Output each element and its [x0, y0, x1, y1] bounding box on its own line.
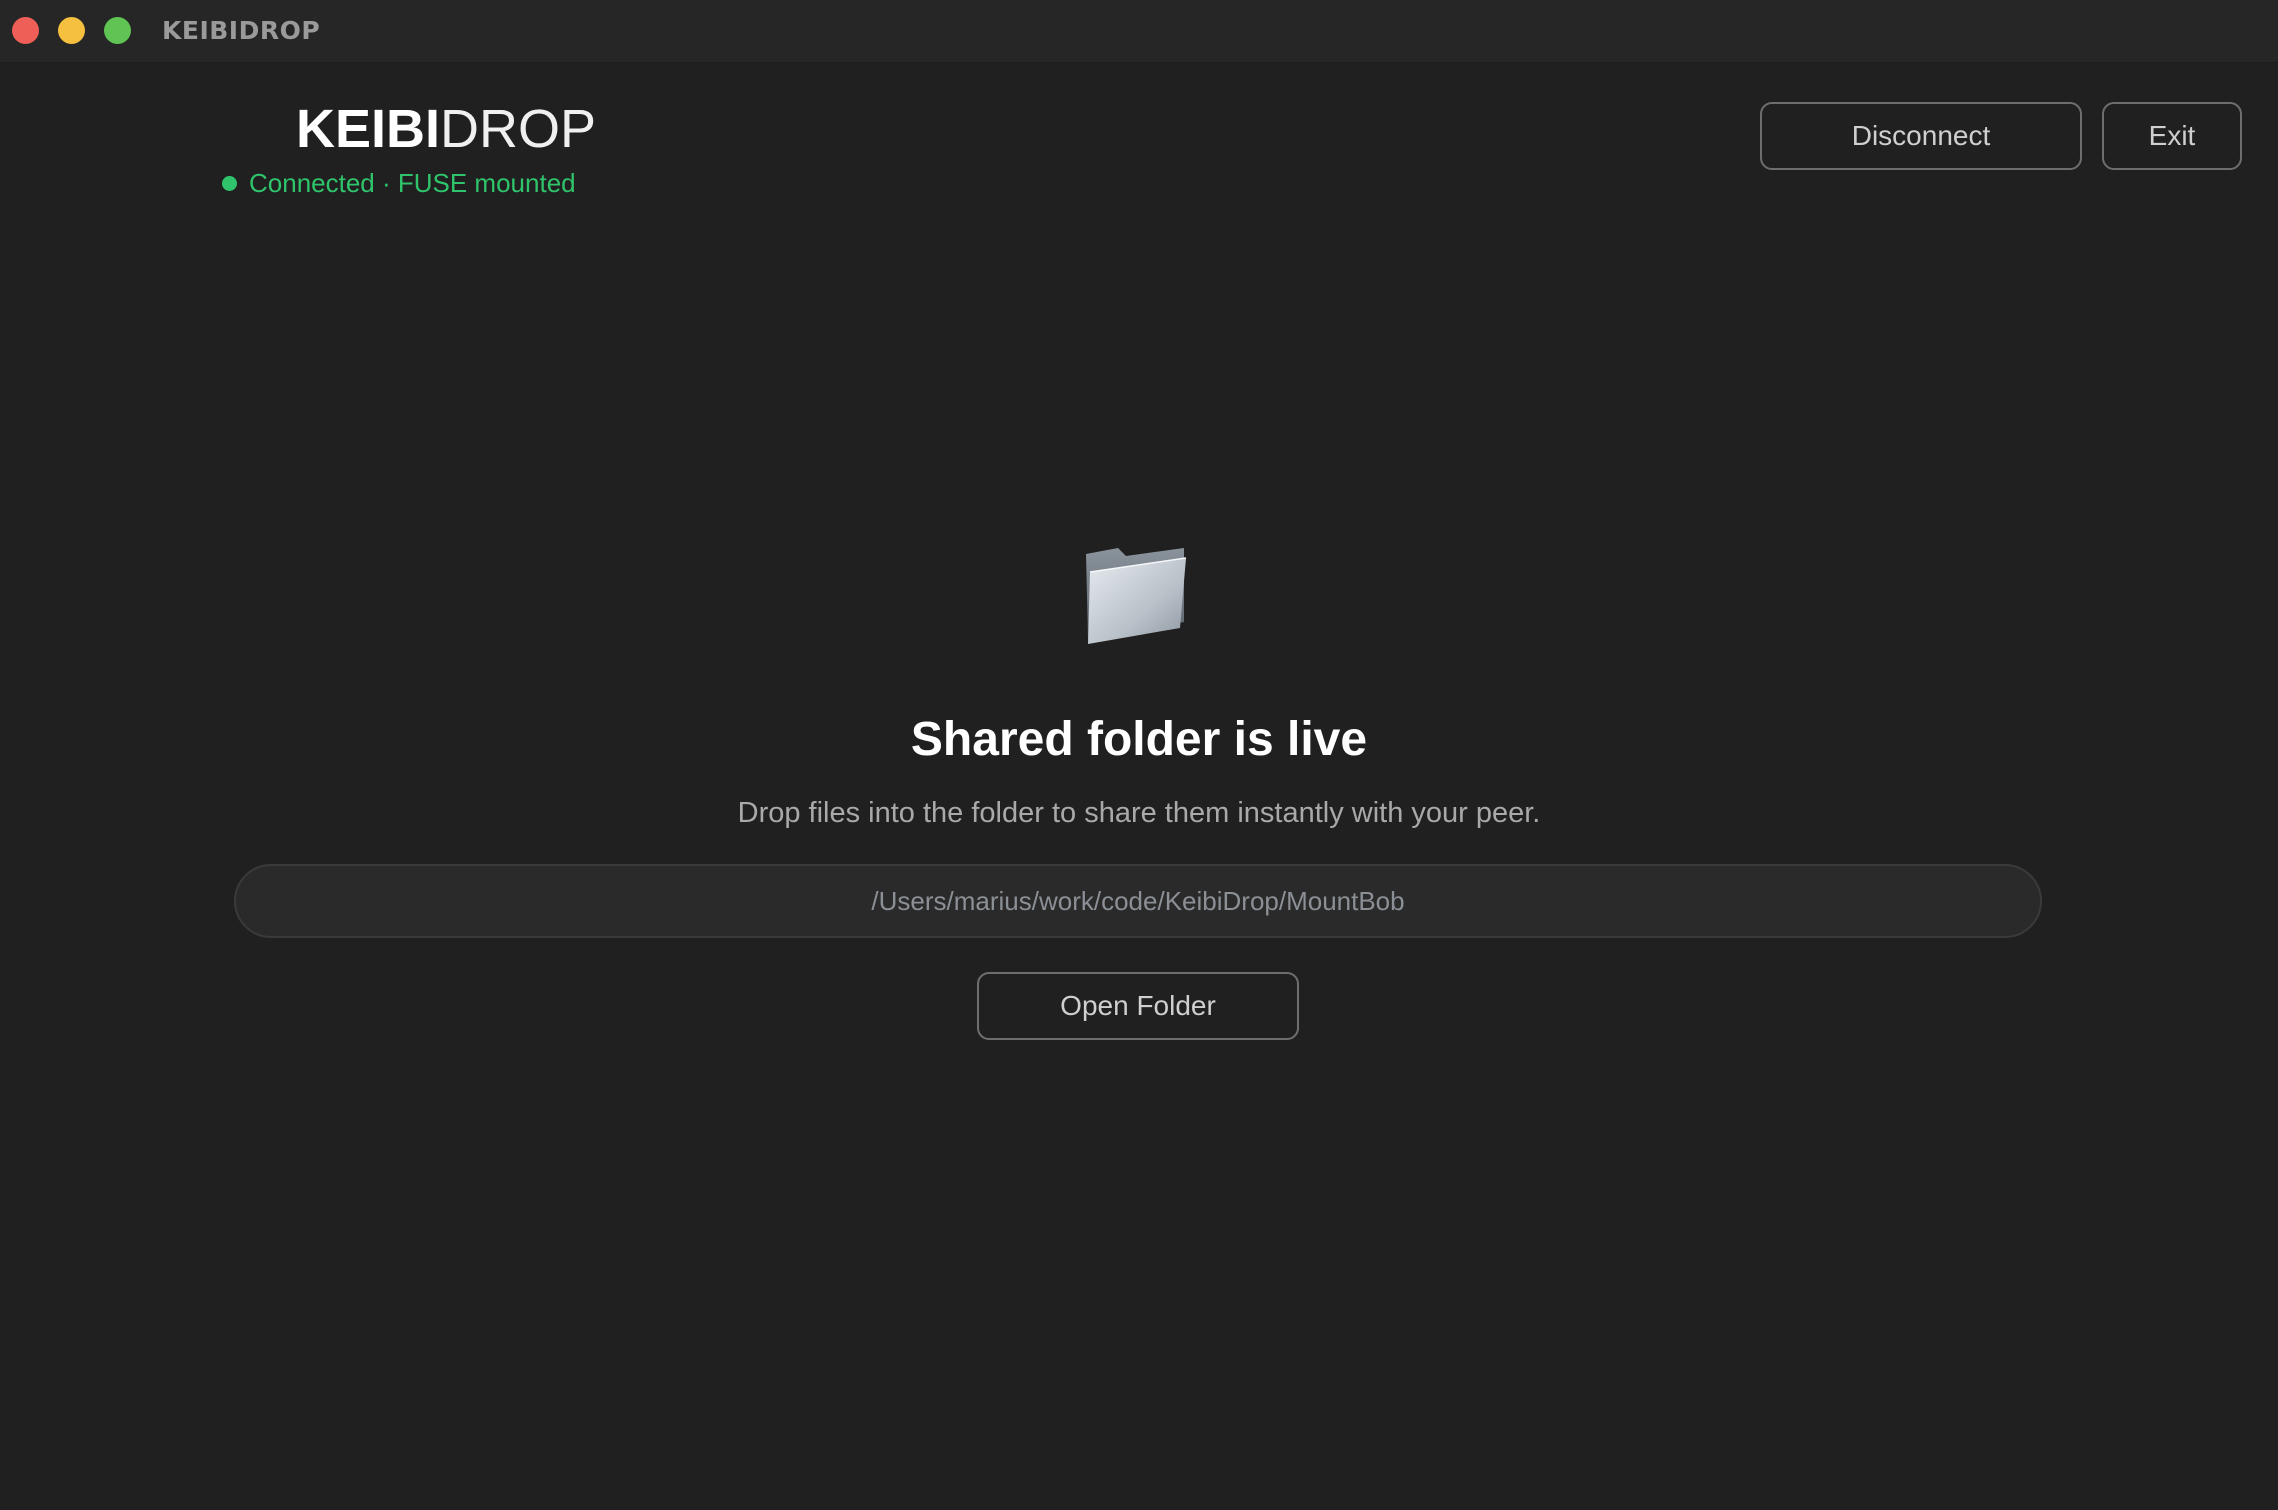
close-window-button[interactable] — [12, 17, 39, 44]
status-dot-icon — [222, 176, 237, 191]
exit-button[interactable]: Exit — [2102, 102, 2242, 170]
window-title: KEIBIDROP — [162, 16, 321, 45]
title-bar[interactable]: KEIBIDROP — [0, 0, 2278, 63]
status-text: Connected · FUSE mounted — [249, 168, 576, 198]
disconnect-button[interactable]: Disconnect — [1760, 102, 2082, 170]
subline: Drop files into the folder to share them… — [737, 797, 1541, 829]
maximize-window-button[interactable] — [104, 17, 131, 44]
minimize-window-button[interactable] — [58, 17, 85, 44]
connection-status: Connected · FUSE mounted — [222, 168, 576, 199]
folder-icon — [1086, 548, 1187, 644]
open-folder-button[interactable]: Open Folder — [977, 972, 1299, 1040]
mount-path-field[interactable]: /Users/marius/work/code/KeibiDrop/MountB… — [234, 864, 2042, 938]
brand-logo-light: DROP — [440, 99, 597, 159]
headline: Shared folder is live — [910, 713, 1368, 766]
brand-logo: KEIBIDROP — [296, 98, 596, 160]
app-window: KEIBIDROP KEIBIDROP Connected · FUSE mou… — [0, 0, 2278, 1510]
brand-logo-bold: KEIBI — [296, 99, 441, 159]
